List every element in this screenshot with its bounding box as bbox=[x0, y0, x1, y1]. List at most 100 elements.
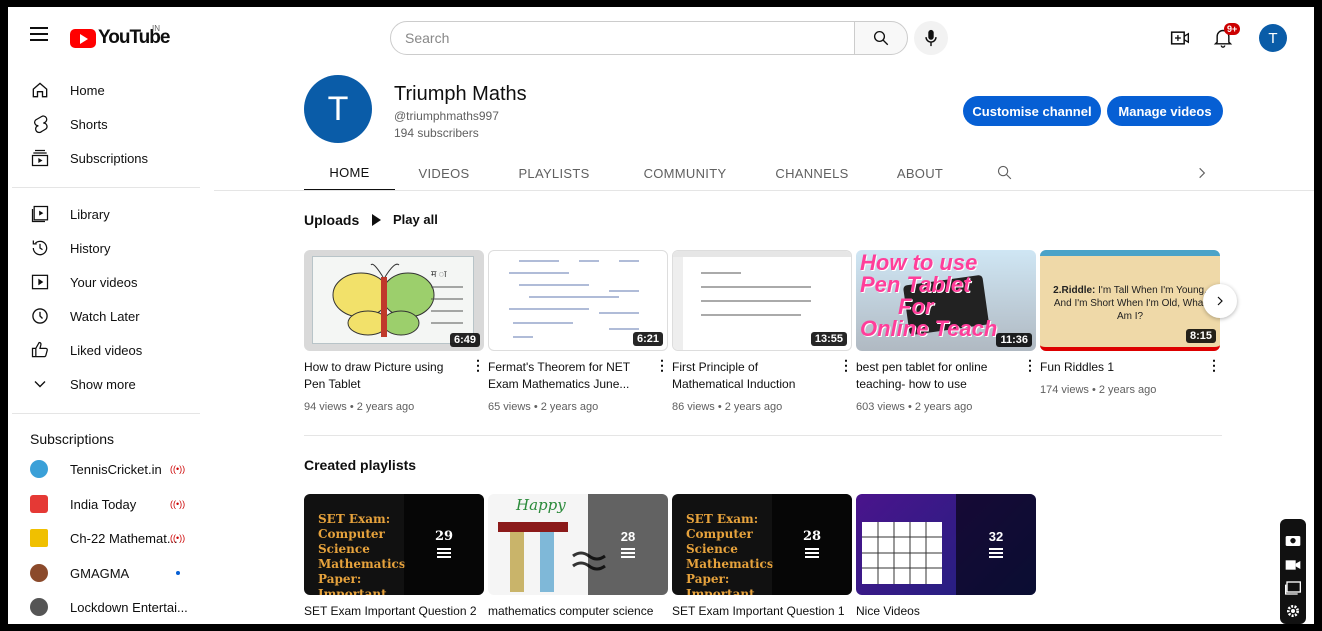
playlist-count-overlay: 32 bbox=[956, 494, 1036, 595]
video-menu-icon[interactable]: ⋮ bbox=[1207, 358, 1221, 373]
app-sidebar bbox=[673, 257, 683, 350]
sidebar-item-label: Library bbox=[70, 206, 110, 222]
sidebar-item-watch-later[interactable]: Watch Later bbox=[8, 299, 198, 333]
sidebar: Home Shorts Subscriptions Library Histor… bbox=[8, 67, 212, 624]
channel-avatar bbox=[30, 564, 48, 582]
liked-icon bbox=[31, 341, 48, 358]
gallery-icon[interactable] bbox=[1285, 581, 1301, 595]
subscription-item[interactable]: Ch-22 Mathemat... ((•)) bbox=[8, 521, 198, 555]
section-divider bbox=[304, 435, 1222, 436]
youtube-play-icon bbox=[70, 28, 96, 48]
video-meta: 65 views • 2 years ago bbox=[488, 401, 599, 413]
subscription-item[interactable]: India Today ((•)) bbox=[8, 487, 198, 521]
sidebar-item-home[interactable]: Home bbox=[8, 73, 198, 107]
settings-gear-icon[interactable] bbox=[1285, 603, 1301, 619]
video-menu-icon[interactable]: ⋮ bbox=[1023, 358, 1037, 373]
mic-icon bbox=[925, 29, 937, 47]
channel-avatar bbox=[30, 460, 48, 478]
playlist-title[interactable]: Nice Videos bbox=[856, 604, 920, 618]
playlist-title[interactable]: mathematics computer science bbox=[488, 604, 653, 618]
playlist-count: 29 bbox=[434, 529, 454, 544]
search-icon bbox=[873, 30, 889, 46]
playlist-icon bbox=[805, 548, 819, 560]
sidebar-item-your-videos[interactable]: Your videos bbox=[8, 265, 198, 299]
video-title[interactable]: First Principle of Mathematical Inductio… bbox=[672, 359, 812, 393]
video-title[interactable]: How to draw Picture using Pen Tablet bbox=[304, 359, 464, 393]
video-menu-icon[interactable]: ⋮ bbox=[471, 358, 485, 373]
sidebar-divider bbox=[12, 187, 200, 188]
carousel-next-button[interactable] bbox=[1203, 284, 1237, 318]
channel-avatar-large: T bbox=[304, 75, 372, 143]
sidebar-item-history[interactable]: History bbox=[8, 231, 198, 265]
playlist-thumbnail[interactable]: SET Exam: Computer Science Mathematics P… bbox=[304, 494, 484, 595]
account-avatar[interactable]: T bbox=[1259, 24, 1287, 52]
live-icon: ((•)) bbox=[170, 533, 186, 543]
video-menu-icon[interactable]: ⋮ bbox=[655, 358, 669, 373]
tab-videos[interactable]: VIDEOS bbox=[406, 155, 482, 191]
search-input[interactable]: Search bbox=[390, 21, 856, 55]
butterfly-drawing-icon: म ा bbox=[332, 263, 463, 337]
subscription-item[interactable]: Lockdown Entertai... bbox=[8, 590, 198, 624]
channel-handle: @triumphmaths997 bbox=[394, 109, 499, 123]
tabs-next-chevron-icon[interactable] bbox=[1195, 165, 1209, 181]
channel-search-icon[interactable] bbox=[996, 164, 1013, 181]
tab-playlists[interactable]: PLAYLISTS bbox=[509, 155, 599, 191]
video-camera-icon[interactable] bbox=[1285, 559, 1301, 571]
playlist-icon bbox=[621, 548, 635, 560]
sidebar-item-label: Show more bbox=[70, 376, 136, 392]
play-all-label: Play all bbox=[393, 212, 438, 227]
play-all-button[interactable]: Play all bbox=[372, 212, 438, 227]
video-title[interactable]: Fermat's Theorem for NET Exam Mathematic… bbox=[488, 359, 638, 393]
playlist-count: 32 bbox=[988, 529, 1004, 544]
video-thumbnail[interactable]: 13:55 bbox=[672, 250, 852, 351]
video-menu-icon[interactable]: ⋮ bbox=[839, 358, 853, 373]
chevron-right-icon bbox=[1217, 296, 1223, 306]
customise-channel-button[interactable]: Customise channel bbox=[963, 96, 1101, 126]
shorts-icon bbox=[34, 115, 48, 134]
create-video-icon[interactable] bbox=[1170, 28, 1190, 48]
sidebar-item-liked-videos[interactable]: Liked videos bbox=[8, 333, 198, 367]
app-toolbar bbox=[673, 251, 851, 257]
play-icon bbox=[372, 213, 381, 226]
your-videos-icon bbox=[31, 274, 49, 290]
tab-about[interactable]: ABOUT bbox=[884, 155, 956, 191]
video-thumbnail[interactable]: 2.Riddle: I'm Tall When I'm Young, And I… bbox=[1040, 250, 1220, 351]
tab-home[interactable]: HOME bbox=[304, 155, 395, 191]
sidebar-item-library[interactable]: Library bbox=[8, 197, 198, 231]
playlist-title[interactable]: SET Exam Important Question 2 bbox=[304, 604, 477, 618]
tab-channels[interactable]: CHANNELS bbox=[762, 155, 862, 191]
thumb-line: Online Teach bbox=[860, 316, 998, 341]
sidebar-item-show-more[interactable]: Show more bbox=[8, 367, 198, 401]
manage-videos-button[interactable]: Manage videos bbox=[1107, 96, 1223, 126]
search-button[interactable] bbox=[854, 21, 908, 55]
video-duration: 8:15 bbox=[1185, 329, 1216, 343]
voice-search-button[interactable] bbox=[914, 21, 948, 55]
playlist-thumbnail[interactable]: 32 bbox=[856, 494, 1036, 595]
subscription-item[interactable]: TennisCricket.in ((•)) bbox=[8, 452, 198, 486]
video-duration: 13:55 bbox=[810, 332, 847, 346]
video-title[interactable]: best pen tablet for online teaching- how… bbox=[856, 359, 1016, 393]
playlist-thumbnail[interactable]: SET Exam: Computer Science Mathematics P… bbox=[672, 494, 852, 595]
playlist-thumbnail[interactable]: Happy 28 bbox=[488, 494, 668, 595]
subscriber-count: 194 subscribers bbox=[394, 126, 479, 140]
subscriptions-heading: Subscriptions bbox=[30, 431, 115, 447]
camera-icon[interactable] bbox=[1285, 533, 1301, 547]
sidebar-item-shorts[interactable]: Shorts bbox=[8, 107, 198, 141]
channel-name: Triumph Maths bbox=[394, 83, 527, 105]
video-title[interactable]: Fun Riddles 1 bbox=[1040, 359, 1200, 376]
svg-text:म ा: म ा bbox=[431, 270, 447, 280]
video-thumbnail[interactable]: म ा 6:49 bbox=[304, 250, 484, 351]
menu-icon[interactable] bbox=[30, 27, 48, 41]
country-code: IN bbox=[152, 24, 160, 33]
sidebar-item-subscriptions[interactable]: Subscriptions bbox=[8, 141, 198, 175]
video-thumbnail[interactable]: 6:21 bbox=[488, 250, 668, 351]
playlist-title[interactable]: SET Exam Important Question 1 bbox=[672, 604, 845, 618]
subscription-item[interactable]: GMAGMA bbox=[8, 556, 198, 590]
playlist-count: 28 bbox=[802, 529, 822, 544]
youtube-logo[interactable]: YouTube IN bbox=[70, 24, 170, 49]
live-icon: ((•)) bbox=[170, 464, 186, 474]
tab-community[interactable]: COMMUNITY bbox=[630, 155, 740, 191]
riddle-text: 2.Riddle: I'm Tall When I'm Young, And I… bbox=[1048, 284, 1212, 323]
channel-avatar bbox=[30, 598, 48, 616]
video-thumbnail[interactable]: How to use Pen Tablet For Online Teach 1… bbox=[856, 250, 1036, 351]
